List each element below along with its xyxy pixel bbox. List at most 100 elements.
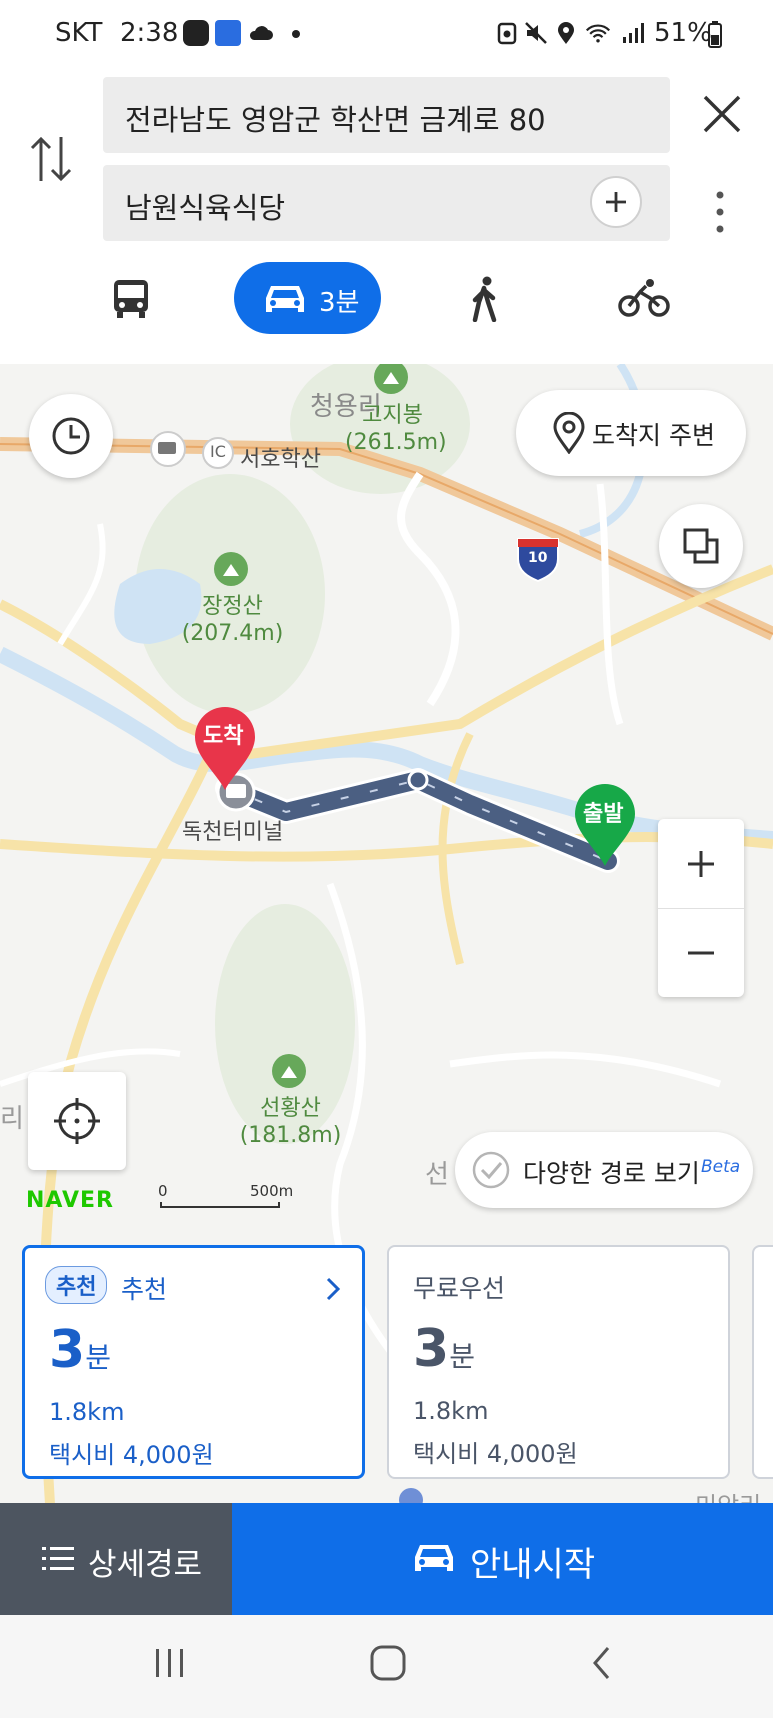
map-label-seon: 선 — [425, 1160, 449, 1190]
map-label-jangjeongsan: 장정산 (207.4m) — [180, 593, 285, 647]
scale-distance: 500m — [250, 1182, 294, 1200]
recommended-badge: 추천 — [45, 1266, 108, 1304]
mode-car-tab[interactable]: 3분 — [234, 262, 381, 334]
car-icon — [266, 286, 304, 312]
route-card-partial[interactable] — [752, 1245, 773, 1479]
chevron-right-icon — [326, 1277, 341, 1301]
close-icon[interactable] — [700, 92, 744, 136]
more-options-icon[interactable] — [714, 190, 726, 234]
battery-icon — [708, 21, 722, 48]
destination-field[interactable]: 남원식육식당 — [103, 165, 670, 241]
route-time-unit: 분 — [85, 1341, 111, 1374]
various-routes-label: 다양한 경로 보기 — [523, 1159, 700, 1188]
check-circle-icon — [472, 1151, 510, 1189]
gojibong-elevation: (261.5m) — [345, 430, 447, 455]
battery-percent: 51% — [654, 18, 712, 48]
map-label-dokcheon-terminal: 독천터미널 — [182, 820, 284, 845]
zoom-out-icon — [688, 951, 714, 955]
jangjeongsan-elevation: (207.4m) — [181, 621, 284, 646]
start-guidance-button[interactable]: 안내시작 — [232, 1503, 773, 1615]
car-icon — [415, 1545, 453, 1571]
zoom-control — [658, 819, 744, 997]
detail-route-button[interactable]: 상세경로 — [0, 1503, 232, 1615]
signal-icon — [623, 23, 644, 43]
route-time: 3분 — [413, 1319, 475, 1379]
departure-marker-label: 출발 — [583, 802, 624, 827]
map-label-miam: 미암리 — [695, 1486, 761, 1504]
route-card-free[interactable]: 무료우선 3분 1.8km 택시비 4,000원 — [387, 1245, 730, 1479]
carrier-label: SKT — [55, 18, 103, 48]
notification-dot-icon — [292, 30, 300, 38]
zoom-in-button[interactable] — [658, 819, 744, 908]
route-distance: 1.8km — [49, 1398, 125, 1426]
scale-zero: 0 — [158, 1182, 168, 1200]
beta-badge: Beta — [701, 1157, 741, 1177]
scale-bar — [160, 1202, 280, 1208]
swap-route-icon[interactable] — [28, 133, 74, 185]
seonhwangsan-elevation: (181.8m) — [239, 1123, 342, 1148]
calendar-app-icon — [215, 20, 241, 46]
list-icon — [42, 1547, 74, 1570]
route-time-value: 3 — [49, 1320, 86, 1380]
mute-icon — [525, 22, 547, 44]
zoom-in-icon — [688, 851, 714, 877]
gojibong-name: 고지봉 — [362, 403, 423, 428]
map-label-seonhwangsan: 선황산 (181.8m) — [238, 1095, 343, 1149]
mode-walk-tab[interactable] — [460, 262, 510, 334]
mode-transit-tab[interactable] — [100, 262, 160, 334]
departure-marker[interactable]: 출발 — [572, 782, 638, 868]
clock: 2:38 — [120, 18, 179, 48]
location-icon — [558, 22, 574, 44]
map-label-seoho-haksan: 서호학산 — [240, 447, 321, 472]
map-label-ic: IC — [210, 442, 226, 461]
route-category: 추천 — [121, 1275, 168, 1304]
walk-icon — [472, 276, 497, 322]
add-waypoint-button[interactable] — [590, 176, 642, 228]
route-taxi-fare: 택시비 4,000원 — [49, 1441, 214, 1469]
seonhwangsan-name: 선황산 — [260, 1096, 321, 1121]
arrival-marker[interactable]: 도착 — [192, 704, 258, 792]
destination-text: 남원식육식당 — [125, 191, 286, 225]
origin-text: 전라남도 영암군 학산면 금계로 80 — [125, 103, 546, 137]
mode-bike-tab[interactable] — [612, 262, 678, 334]
cloud-icon — [249, 26, 273, 40]
wifi-icon — [585, 24, 611, 43]
home-icon[interactable] — [368, 1643, 408, 1683]
map-label-ri: 리 — [0, 1104, 24, 1134]
map-scale: 0 500m — [158, 1182, 293, 1212]
various-routes-button[interactable]: 다양한 경로 보기 Beta — [455, 1132, 753, 1208]
map-layers-button[interactable] — [659, 504, 743, 588]
route-time-value: 3 — [413, 1319, 450, 1379]
start-guidance-label: 안내시작 — [470, 1545, 596, 1585]
work-profile-icon — [497, 22, 517, 45]
map-label-gojibong: 고지봉 (261.5m) — [345, 402, 447, 456]
layers-icon — [683, 528, 719, 564]
origin-field[interactable]: 전라남도 영암군 학산면 금계로 80 — [103, 77, 670, 153]
arrival-marker-label: 도착 — [203, 724, 244, 749]
route-time-unit: 분 — [449, 1340, 475, 1373]
bicycle-icon — [618, 279, 670, 317]
clock-icon — [52, 417, 90, 455]
location-pin-icon — [553, 412, 585, 454]
crosshair-icon — [54, 1098, 100, 1144]
time-setting-button[interactable] — [29, 394, 113, 478]
nearby-destination-button[interactable]: 도착지 주변 — [516, 390, 746, 476]
highway-number: 10 — [528, 550, 548, 566]
nearby-destination-label: 도착지 주변 — [592, 421, 715, 450]
naver-logo: NAVER — [26, 1188, 114, 1213]
status-bar: SKT 2:38 51% — [0, 0, 773, 70]
back-icon[interactable] — [590, 1645, 614, 1681]
car-time-label: 3분 — [319, 288, 360, 318]
bus-icon — [114, 280, 148, 318]
current-location-button[interactable] — [28, 1072, 126, 1170]
detail-route-label: 상세경로 — [88, 1547, 203, 1583]
recent-apps-icon[interactable] — [152, 1645, 188, 1681]
route-card-recommended[interactable]: 추천 추천 3분 1.8km 택시비 4,000원 — [22, 1245, 365, 1479]
plus-icon — [606, 192, 626, 212]
route-distance: 1.8km — [413, 1397, 489, 1425]
jangjeongsan-name: 장정산 — [202, 594, 263, 619]
app-badge-icon — [183, 20, 209, 46]
zoom-out-button[interactable] — [658, 909, 744, 997]
route-taxi-fare: 택시비 4,000원 — [413, 1440, 578, 1468]
route-time: 3분 — [49, 1320, 111, 1380]
